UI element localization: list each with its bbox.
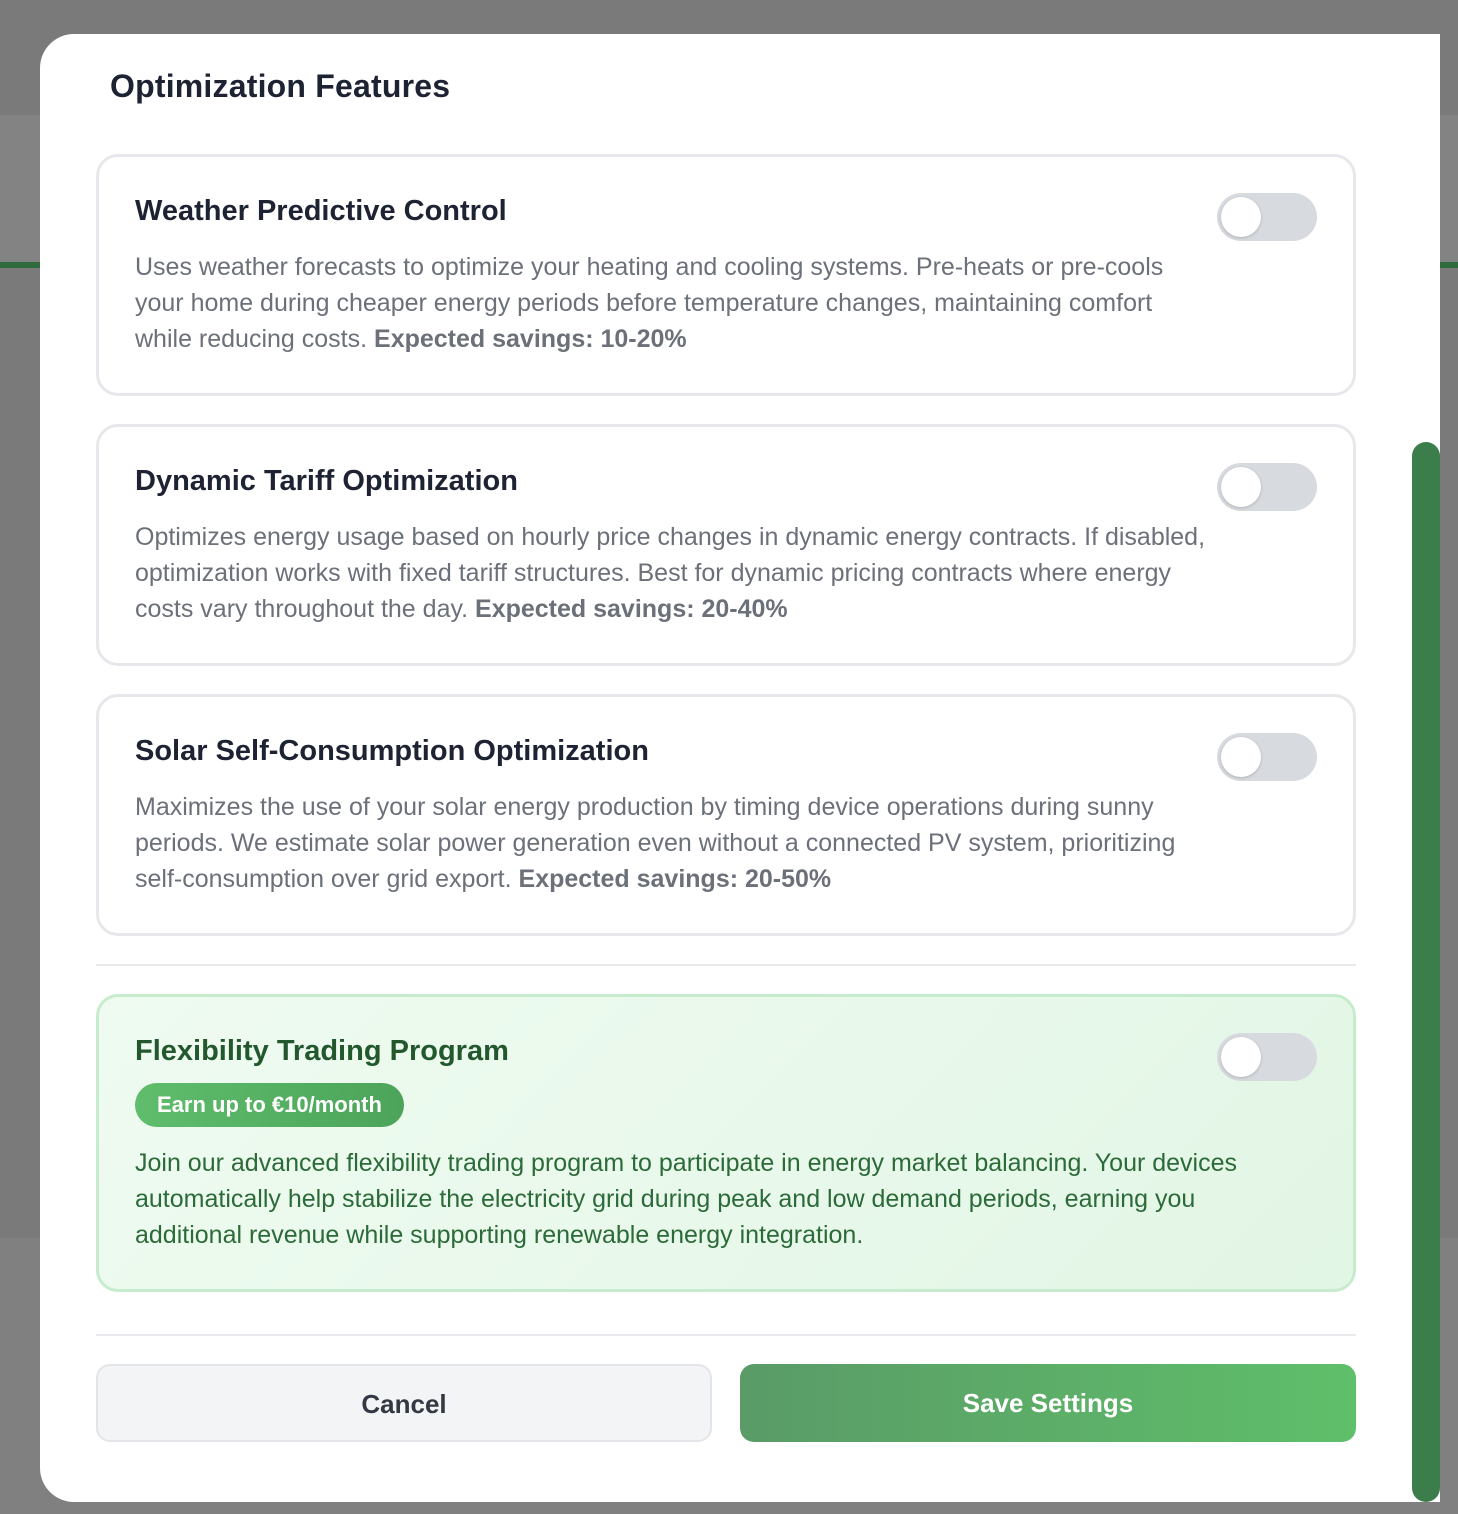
feature-card-solar-self-consumption-optimization: Solar Self-Consumption Optimization Maxi…	[96, 694, 1356, 936]
footer-divider	[96, 1334, 1356, 1336]
expected-savings: Expected savings: 20-50%	[518, 865, 832, 893]
expected-savings: Expected savings: 20-40%	[475, 595, 788, 623]
feature-description: Optimizes energy usage based on hourly p…	[135, 519, 1215, 627]
feature-title: Dynamic Tariff Optimization	[135, 465, 518, 497]
solar-self-consumption-optimization-toggle[interactable]	[1217, 733, 1317, 781]
toggle-knob	[1221, 1037, 1261, 1077]
optimization-features-modal: Optimization Features Weather Predictive…	[40, 34, 1440, 1502]
feature-description: Uses weather forecasts to optimize your …	[135, 249, 1200, 357]
earnings-badge: Earn up to €10/month	[135, 1083, 404, 1127]
expected-savings: Expected savings: 10-20%	[374, 325, 687, 353]
scrollbar-thumb[interactable]	[1412, 442, 1440, 1502]
flexibility-description: Join our advanced flexibility trading pr…	[135, 1149, 1238, 1249]
feature-title: Weather Predictive Control	[135, 195, 507, 227]
flexibility-trading-program-toggle[interactable]	[1217, 1033, 1317, 1081]
cancel-button[interactable]: Cancel	[96, 1364, 712, 1442]
feature-description: Maximizes the use of your solar energy p…	[135, 789, 1215, 897]
modal-title: Optimization Features	[110, 68, 451, 104]
toggle-knob	[1221, 737, 1261, 777]
save-settings-button[interactable]: Save Settings	[740, 1364, 1356, 1442]
feature-card-weather-predictive-control: Weather Predictive Control Uses weather …	[96, 154, 1356, 396]
toggle-knob	[1221, 467, 1261, 507]
weather-predictive-control-toggle[interactable]	[1217, 193, 1317, 241]
feature-title: Solar Self-Consumption Optimization	[135, 735, 649, 767]
dynamic-tariff-optimization-toggle[interactable]	[1217, 463, 1317, 511]
feature-card-dynamic-tariff-optimization: Dynamic Tariff Optimization Optimizes en…	[96, 424, 1356, 666]
flexibility-title: Flexibility Trading Program	[135, 1035, 509, 1067]
section-divider	[96, 964, 1356, 966]
feature-card-flexibility-trading-program: Flexibility Trading Program Earn up to €…	[96, 994, 1356, 1292]
toggle-knob	[1221, 197, 1261, 237]
